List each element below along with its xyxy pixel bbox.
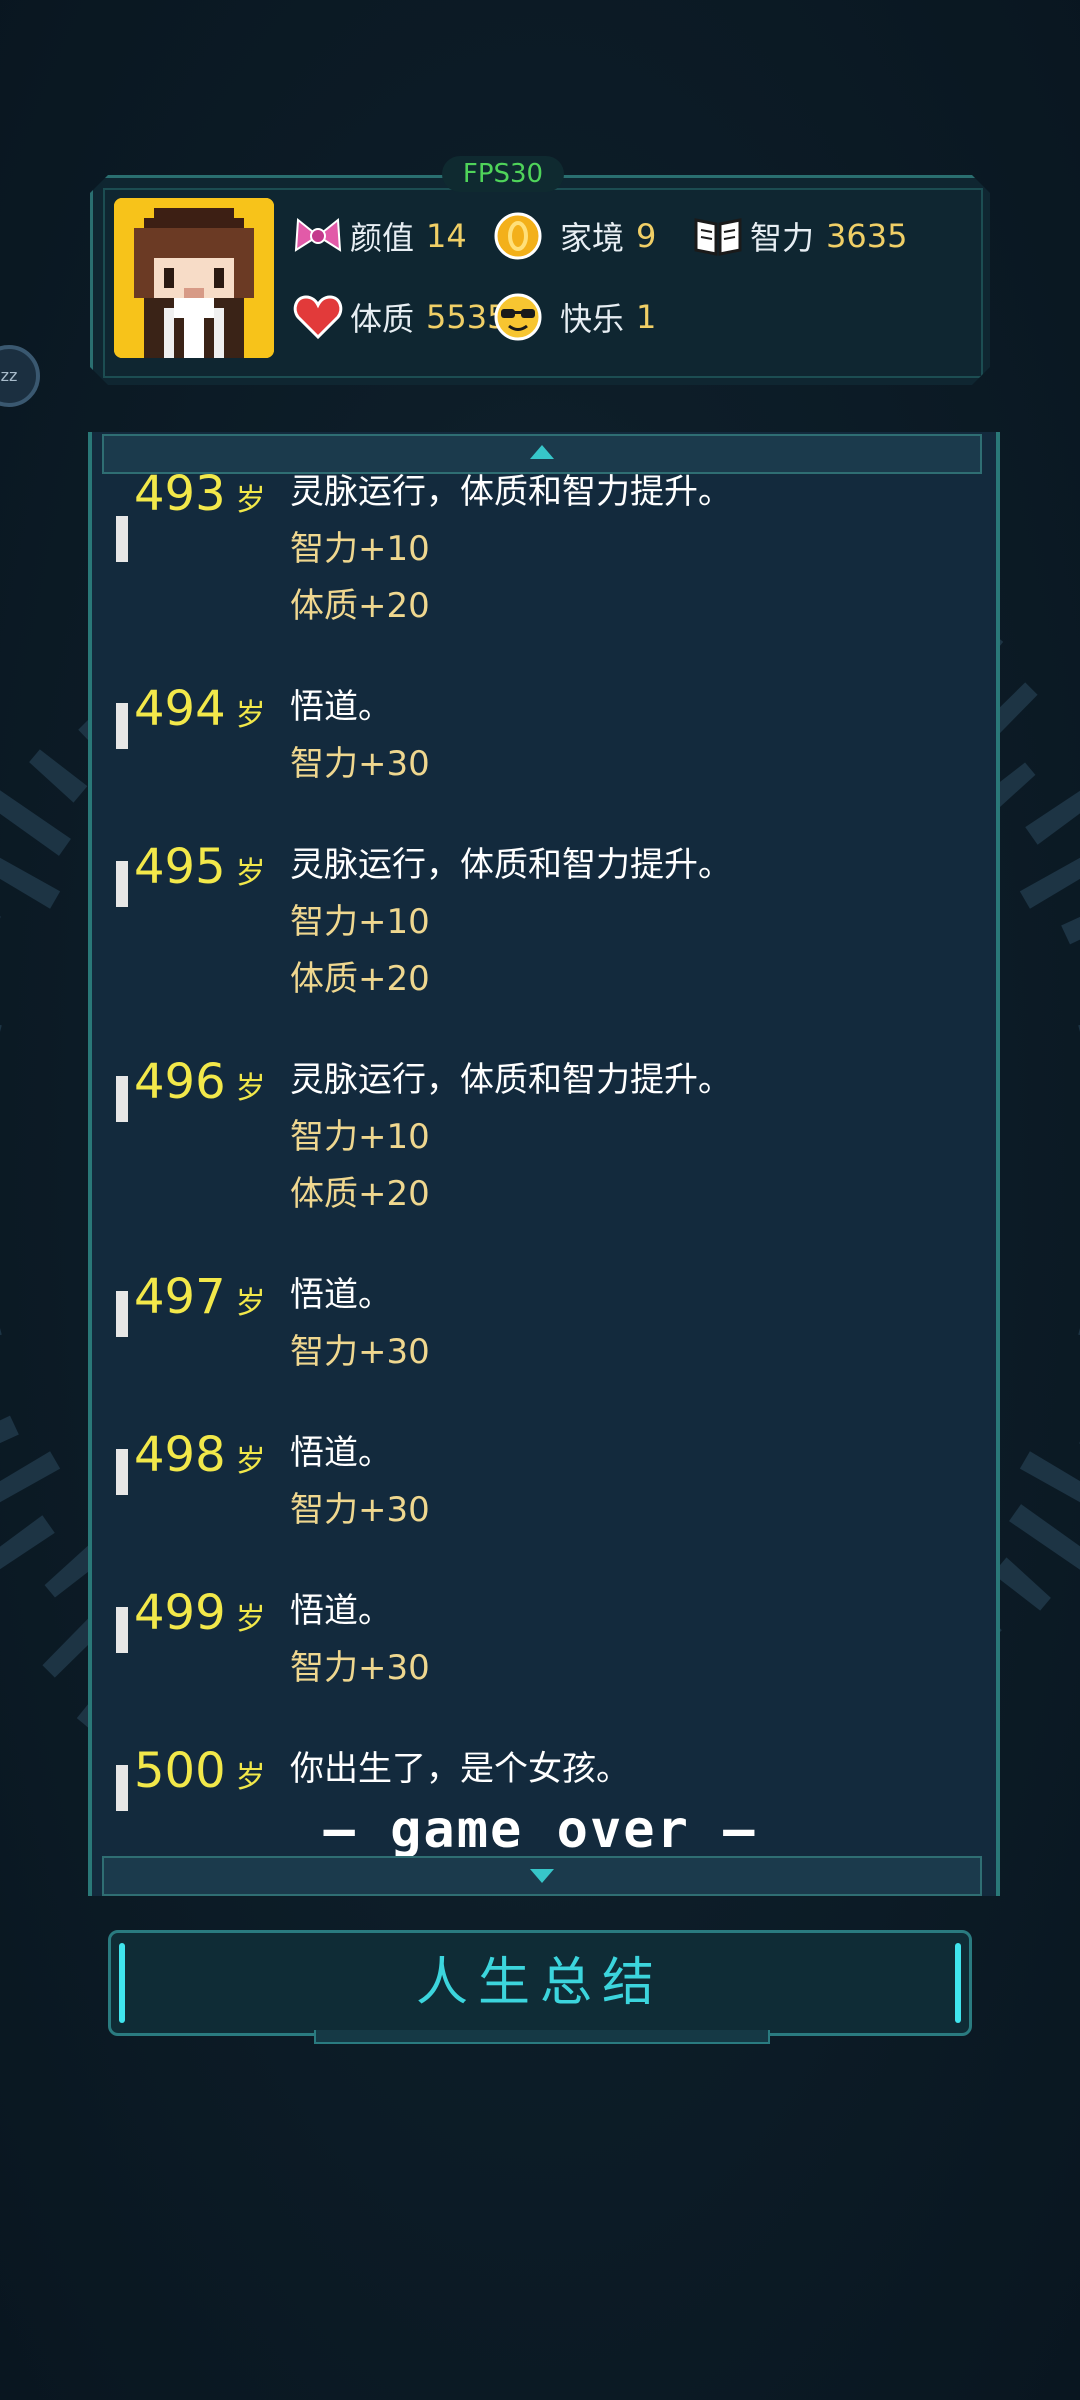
stat-happiness: 快乐 1	[492, 287, 656, 347]
entry-description: 悟道。	[290, 1433, 392, 1473]
entry-effect: 体质+20	[290, 586, 430, 626]
entry-age: 496 岁	[134, 1052, 266, 1119]
button-base-decoration	[314, 2030, 770, 2044]
scroll-up-button[interactable]	[102, 434, 982, 474]
entry-description: 悟道。	[290, 1275, 392, 1315]
entry-age-unit: 岁	[235, 483, 266, 518]
entry-age: 494 岁	[134, 679, 266, 746]
entry-effect: 智力+30	[290, 744, 430, 784]
entry-marker	[116, 1449, 128, 1495]
entry-age-number: 495	[134, 839, 226, 895]
entry-description: 悟道。	[290, 1591, 392, 1631]
coin-icon	[492, 210, 544, 262]
entry-effect: 智力+30	[290, 1332, 430, 1372]
entry-effect: 智力+30	[290, 1648, 430, 1688]
entry-effect: 体质+20	[290, 1174, 430, 1214]
stat-constitution-label: 体质	[350, 300, 415, 338]
stat-family: 家境 9	[492, 206, 656, 266]
sunglasses-face-icon	[492, 291, 544, 343]
entry-age-unit: 岁	[235, 1760, 266, 1795]
stat-happiness-value: 1	[636, 298, 657, 336]
heart-icon	[292, 291, 344, 343]
entry-age-unit: 岁	[235, 1071, 266, 1106]
game-over-banner: — game over —	[323, 1800, 757, 1860]
entry-age: 498 岁	[134, 1425, 266, 1492]
avatar	[114, 198, 274, 358]
ribbon-icon	[292, 210, 344, 262]
scroll-down-button[interactable]	[102, 1856, 982, 1896]
entry-age-unit: 岁	[235, 1602, 266, 1637]
stat-intelligence-label: 智力	[750, 219, 815, 257]
entry-age-number: 493	[134, 472, 226, 522]
entry-age-number: 499	[134, 1585, 226, 1641]
entry-marker	[116, 861, 128, 907]
entry-age-number: 497	[134, 1269, 226, 1325]
entry-description: 悟道。	[290, 687, 392, 727]
stat-happiness-label: 快乐	[560, 300, 625, 338]
fps-counter: FPS30	[442, 156, 564, 192]
stat-intelligence: 智力 3635	[692, 206, 907, 266]
stat-constitution: 体质 5535	[292, 287, 507, 347]
entry-age: 497 岁	[134, 1267, 266, 1334]
entry-age: 493 岁	[134, 472, 266, 531]
entry-age-unit: 岁	[235, 698, 266, 733]
entry-effect: 体质+20	[290, 959, 430, 999]
entry-effect: 智力+10	[290, 1117, 430, 1157]
entry-age-unit: 岁	[235, 1286, 266, 1321]
entry-marker	[116, 1607, 128, 1653]
entry-age-unit: 岁	[235, 856, 266, 891]
entry-age: 495 岁	[134, 837, 266, 904]
entry-age-number: 494	[134, 681, 226, 737]
arrow-up-icon	[530, 445, 554, 459]
entry-age-unit: 岁	[235, 1444, 266, 1479]
entry-age-number: 498	[134, 1427, 226, 1483]
stat-looks: 颜值 14	[292, 206, 467, 266]
entry-age-number: 500	[134, 1743, 226, 1799]
life-log-list[interactable]: 493 岁灵脉运行，体质和智力提升。 智力+10 体质+20 494 岁悟道。 智力+30 4…	[92, 472, 988, 1854]
entry-description: 灵脉运行，体质和智力提升。	[290, 1060, 732, 1100]
stat-intelligence-value: 3635	[826, 217, 908, 255]
book-icon	[692, 210, 744, 262]
entry-description: 你出生了，是个女孩。	[290, 1749, 630, 1789]
entry-description: 灵脉运行，体质和智力提升。	[290, 472, 732, 512]
entry-description: 灵脉运行，体质和智力提升。	[290, 845, 732, 885]
stat-looks-value: 14	[426, 217, 467, 255]
entry-marker	[116, 1291, 128, 1337]
entry-marker	[116, 703, 128, 749]
entry-age: 499 岁	[134, 1583, 266, 1650]
stat-family-value: 9	[636, 217, 657, 255]
stat-looks-label: 颜值	[350, 219, 415, 257]
entry-effect: 智力+10	[290, 529, 430, 569]
entry-effect: 智力+10	[290, 902, 430, 942]
entry-age-number: 496	[134, 1054, 226, 1110]
life-summary-button[interactable]: 人生总结	[108, 1930, 972, 2036]
game-screen: zz FPS30 颜值 14 家境 9 智力 3635 体质 5535 快乐 1…	[0, 0, 1080, 2400]
entry-marker	[116, 516, 128, 562]
entry-age: 500 岁	[134, 1741, 266, 1808]
arrow-down-icon	[530, 1869, 554, 1883]
stat-family-label: 家境	[560, 219, 625, 257]
entry-marker	[116, 1076, 128, 1122]
entry-effect: 智力+30	[290, 1490, 430, 1530]
